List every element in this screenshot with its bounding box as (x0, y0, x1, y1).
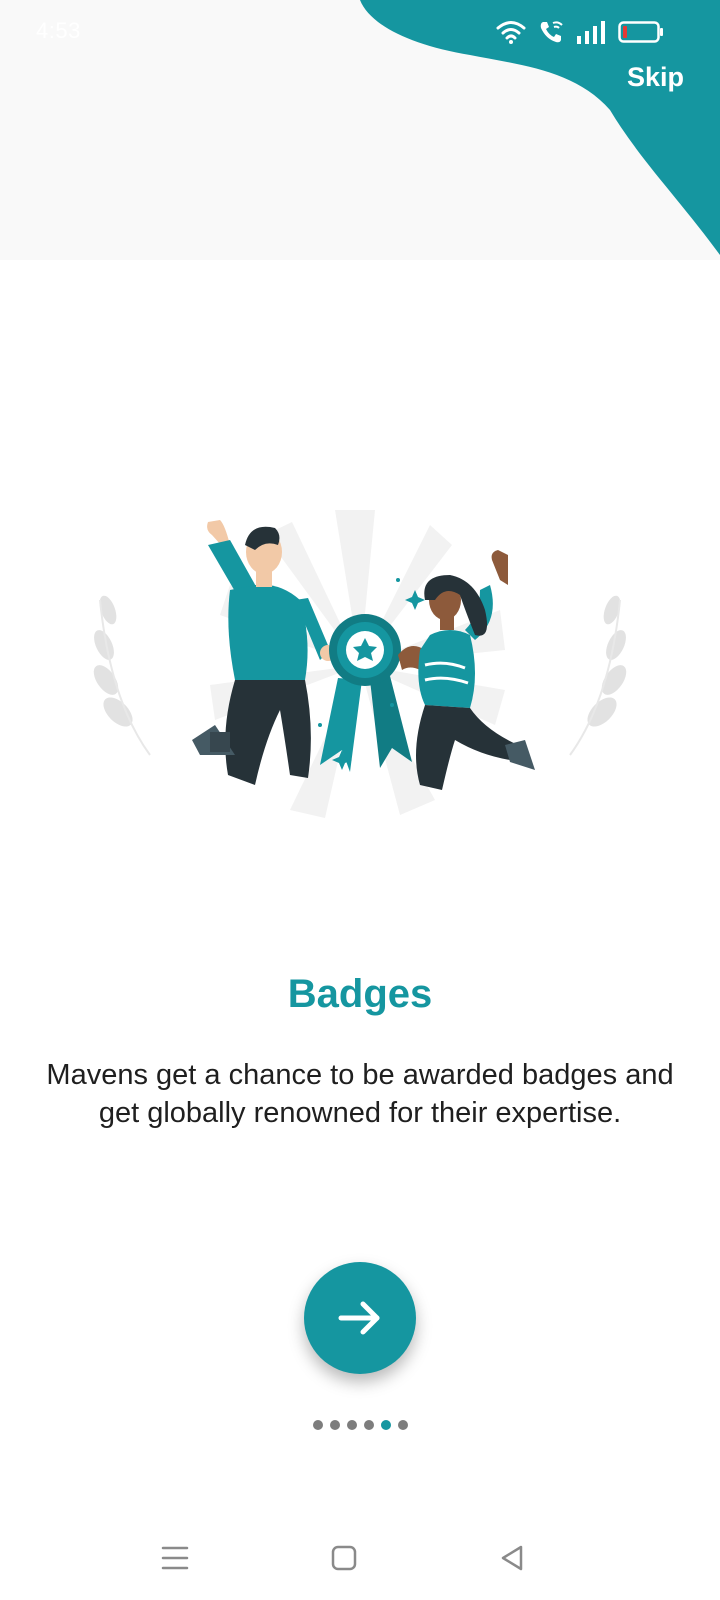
wifi-icon (496, 19, 526, 45)
back-icon[interactable] (492, 1538, 532, 1578)
wifi-call-icon (538, 19, 564, 45)
battery-low-icon (618, 20, 664, 44)
system-nav-bar (0, 1520, 720, 1600)
page-dot (346, 1420, 357, 1430)
page-dot (329, 1420, 340, 1430)
onboarding-screen: 4:53 Skip Badges Mavens get a chance to … (0, 0, 720, 1600)
page-dot (397, 1420, 408, 1430)
status-bar: 4:53 (0, 0, 720, 64)
onboarding-description: Mavens get a chance to be awarded badges… (46, 1059, 674, 1129)
status-icons (496, 18, 664, 46)
home-icon[interactable] (324, 1538, 364, 1578)
illustration-celebration-badge (93, 510, 627, 818)
arrow-right-icon (338, 1301, 380, 1335)
skip-button[interactable]: Skip (627, 62, 684, 93)
signal-icon (576, 20, 606, 44)
page-dot-active (380, 1420, 391, 1430)
next-button[interactable] (304, 1262, 416, 1374)
status-time: 4:53 (36, 18, 81, 43)
onboarding-title: Badges (287, 972, 433, 1016)
menu-icon[interactable] (155, 1538, 195, 1578)
page-dot (363, 1420, 374, 1430)
page-dot (312, 1420, 323, 1430)
page-indicator (0, 1420, 720, 1430)
